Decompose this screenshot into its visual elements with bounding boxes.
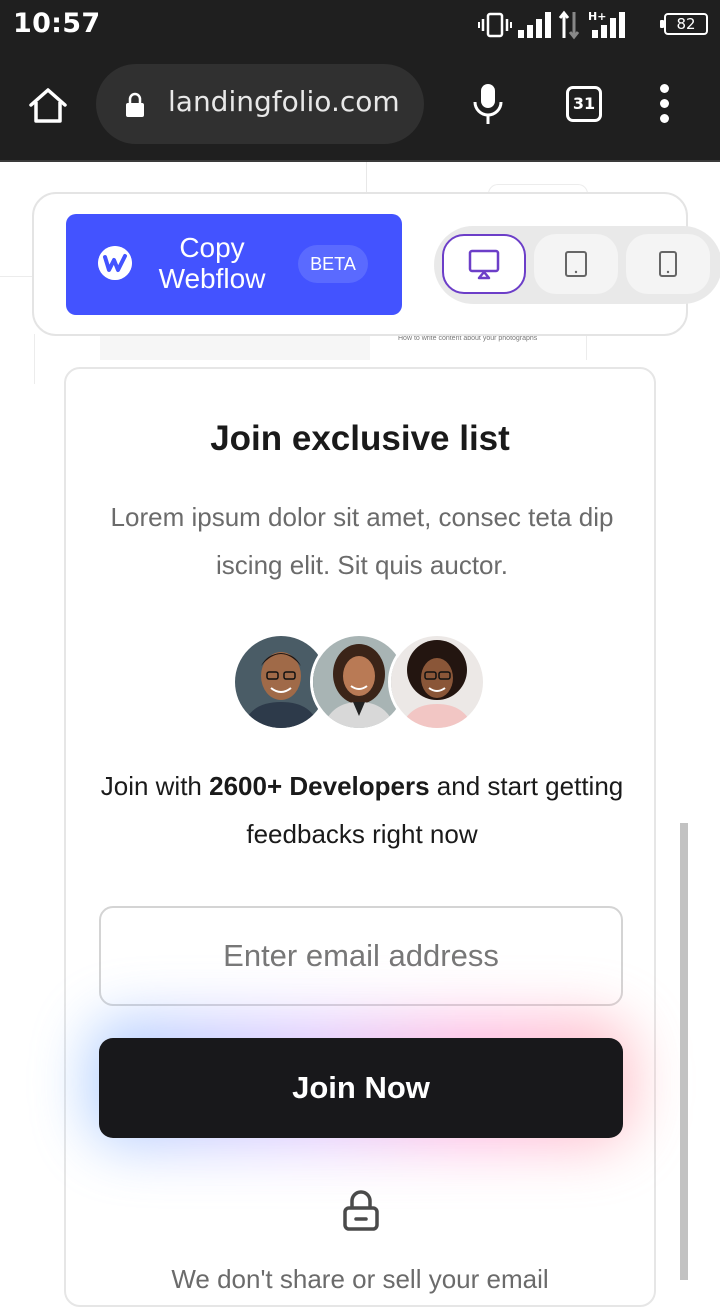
status-time: 10:57 — [13, 8, 101, 39]
avatar-group — [232, 633, 492, 733]
signal-icon — [518, 12, 551, 38]
battery-icon: 82 — [660, 13, 708, 35]
desktop-icon — [468, 249, 500, 280]
url-text: landingfolio.com — [168, 85, 400, 118]
tablet-view-button[interactable] — [534, 234, 618, 294]
status-icons: H+ 82 — [478, 10, 708, 40]
browser-toolbar: landingfolio.com 31 — [0, 50, 720, 160]
toolbar-divider — [0, 160, 720, 162]
beta-badge: BETA — [298, 245, 368, 283]
copy-webflow-label: Copy Webflow — [158, 232, 266, 294]
background-divider — [34, 334, 35, 384]
background-divider — [586, 334, 587, 360]
lock-icon — [126, 92, 144, 117]
scrollbar[interactable] — [680, 823, 688, 1280]
home-icon[interactable] — [26, 84, 70, 128]
tablet-icon — [565, 251, 587, 277]
address-bar[interactable]: landingfolio.com — [96, 64, 424, 144]
preview-toolbar: Copy Webflow BETA — [32, 192, 720, 336]
webflow-logo-icon — [98, 246, 132, 280]
join-text: Join with 2600+ Developers and start get… — [86, 762, 638, 858]
card-title: Join exclusive list — [210, 419, 510, 458]
join-now-button[interactable]: Join Now — [99, 1038, 623, 1138]
data-arrows-icon — [558, 10, 580, 40]
background-image — [100, 334, 370, 360]
copy-webflow-button[interactable]: Copy Webflow BETA — [66, 214, 402, 315]
mic-icon[interactable] — [470, 82, 506, 128]
newsletter-card: Join exclusive list Lorem ipsum dolor si… — [64, 367, 656, 1307]
avatar — [388, 633, 486, 731]
email-field[interactable] — [99, 906, 623, 1006]
more-vert-icon[interactable] — [654, 84, 674, 126]
hplus-signal-icon: H+ — [588, 10, 625, 38]
background-divider — [0, 276, 34, 277]
lock-icon — [343, 1190, 379, 1231]
mobile-icon — [659, 251, 677, 277]
join-prefix: Join with — [100, 771, 210, 801]
desktop-view-button[interactable] — [442, 234, 526, 294]
card-description: Lorem ipsum dolor sit amet, consec teta … — [110, 502, 614, 580]
status-bar: 10:57 H+ 82 — [0, 0, 720, 50]
tabs-icon[interactable]: 31 — [566, 86, 602, 122]
vibrate-icon — [478, 12, 512, 38]
background-divider — [366, 162, 367, 192]
developer-count: 2600+ Developers — [209, 771, 430, 801]
device-switcher — [434, 226, 720, 304]
mobile-view-button[interactable] — [626, 234, 710, 294]
svg-text:H+: H+ — [588, 10, 606, 23]
